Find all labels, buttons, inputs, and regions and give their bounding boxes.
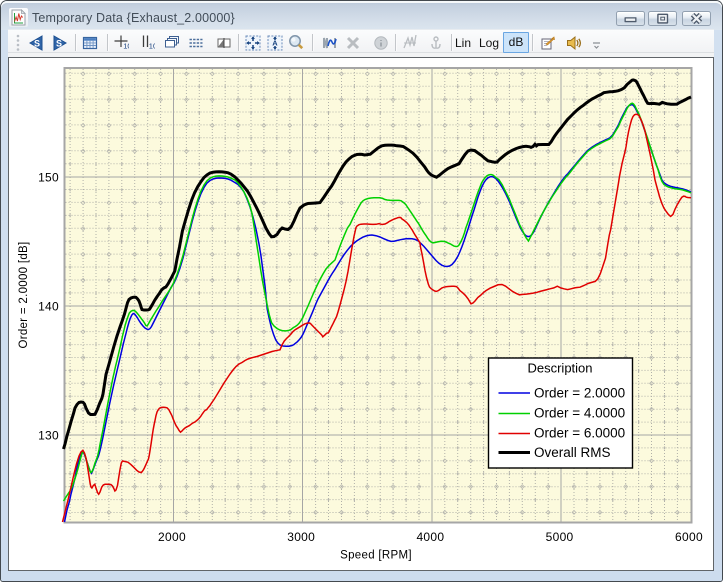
svg-text:Order = 2.0000: Order = 2.0000 <box>534 386 625 401</box>
svg-text:Speed [RPM]: Speed [RPM] <box>340 550 412 562</box>
svg-text:130: 130 <box>38 429 59 443</box>
svg-text:5000: 5000 <box>546 530 574 544</box>
svg-text:Description: Description <box>527 361 592 376</box>
svg-text:2000: 2000 <box>158 530 186 544</box>
svg-text:140: 140 <box>38 300 59 314</box>
svg-text:4000: 4000 <box>416 530 444 544</box>
svg-text:6000: 6000 <box>675 530 703 544</box>
svg-text:Order = 2.0000 [dB]: Order = 2.0000 [dB] <box>18 241 30 348</box>
svg-text:Order = 6.0000: Order = 6.0000 <box>534 426 625 441</box>
svg-text:150: 150 <box>38 171 59 185</box>
svg-text:3000: 3000 <box>287 530 315 544</box>
svg-text:Order = 4.0000: Order = 4.0000 <box>534 406 625 421</box>
svg-text:Overall RMS: Overall RMS <box>534 445 611 460</box>
